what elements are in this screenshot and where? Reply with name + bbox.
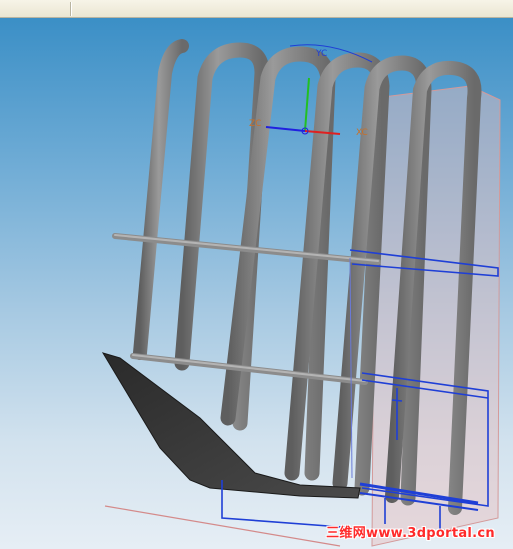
y-axis <box>304 77 310 132</box>
tube-loop-1 <box>133 39 189 360</box>
xc-label: XC <box>356 128 368 138</box>
graphics-viewport[interactable]: YC XC ZC 三维网www.3dportal.cn <box>0 18 513 549</box>
model-canvas[interactable]: YC XC ZC <box>0 18 513 549</box>
watermark-text: 三维网www.3dportal.cn <box>326 526 495 541</box>
z-axis <box>265 126 306 132</box>
sketch-vertical-2 <box>391 399 403 402</box>
toolbar-separator <box>70 2 72 16</box>
zc-label: ZC <box>249 119 261 129</box>
yc-label: YC <box>315 49 327 59</box>
top-toolbar <box>0 0 513 18</box>
